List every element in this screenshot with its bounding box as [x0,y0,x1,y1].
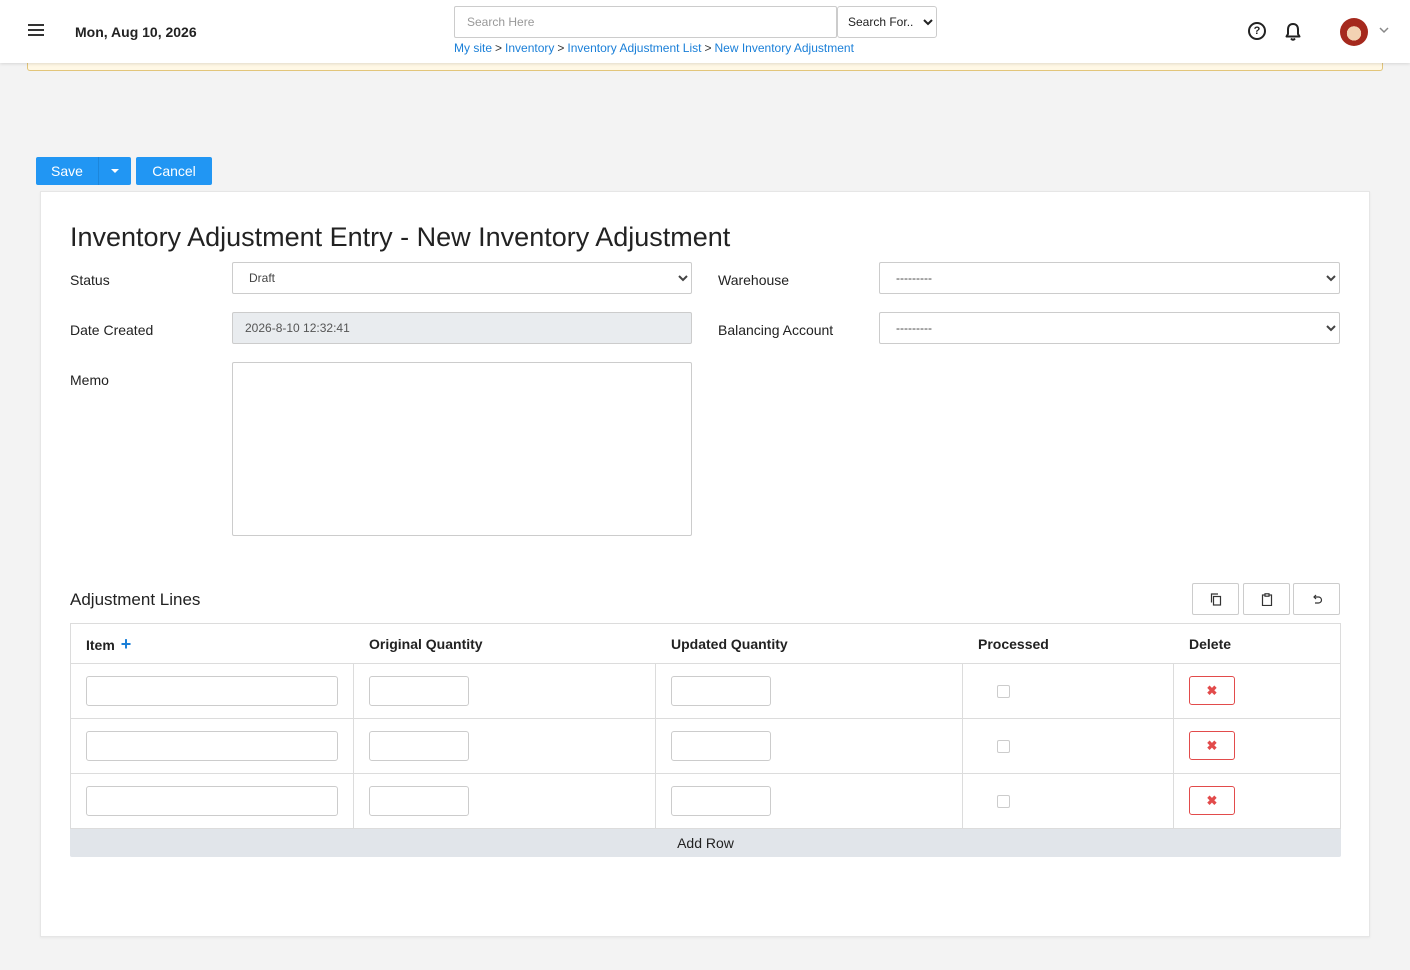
delete-cell: ✖ [1174,719,1340,773]
item-cell [71,664,354,718]
original-quantity-cell [354,664,656,718]
date-created-label: Date Created [70,322,154,338]
table-row: ✖ [70,664,1341,719]
original-quantity-input[interactable] [369,786,469,816]
updated-quantity-input[interactable] [671,731,771,761]
processed-checkbox[interactable] [997,795,1010,808]
question-circle-icon[interactable]: ? [1248,22,1266,40]
delete-row-button[interactable]: ✖ [1189,676,1235,705]
item-cell [71,719,354,773]
item-input[interactable] [86,731,338,761]
delete-row-button[interactable]: ✖ [1189,731,1235,760]
table-row: ✖ [70,774,1341,829]
item-input[interactable] [86,786,338,816]
date-created-field [232,312,692,344]
updated-quantity-cell [656,719,963,773]
status-select[interactable]: Draft [232,262,692,294]
current-date: Mon, Aug 10, 2026 [75,24,197,40]
original-quantity-cell [354,774,656,828]
paste-button[interactable] [1243,583,1290,615]
balancing-account-select[interactable]: --------- [879,312,1340,344]
bell-icon[interactable] [1284,22,1302,42]
item-input[interactable] [86,676,338,706]
column-header-updated-quantity: Updated Quantity [671,636,788,652]
column-header-delete: Delete [1189,636,1232,652]
top-bar: Mon, Aug 10, 2026 Search For... My site>… [0,0,1410,63]
original-quantity-input[interactable] [369,731,469,761]
column-header-item: Item + [71,624,354,663]
adjustment-lines-title: Adjustment Lines [70,590,201,609]
updated-quantity-cell [656,774,963,828]
close-icon: ✖ [1206,792,1218,808]
table-header: Item + Original Quantity Updated Quantity… [70,623,1341,664]
copy-icon [1210,592,1221,606]
copy-button[interactable] [1192,583,1239,615]
warehouse-label: Warehouse [718,272,790,288]
item-cell [71,774,354,828]
original-quantity-input[interactable] [369,676,469,706]
save-options-dropdown-button[interactable] [98,157,131,185]
breadcrumb-separator: > [704,41,712,55]
processed-cell [963,719,1174,773]
clipboard-icon [1261,592,1272,606]
column-header-original-quantity: Original Quantity [369,636,483,652]
processed-cell [963,664,1174,718]
avatar[interactable] [1340,18,1368,46]
original-quantity-cell [354,719,656,773]
breadcrumb-separator: > [557,41,565,55]
delete-cell: ✖ [1174,664,1340,718]
undo-icon [1312,594,1322,604]
updated-quantity-cell [656,664,963,718]
breadcrumb-separator: > [495,41,503,55]
close-icon: ✖ [1206,737,1218,753]
hamburger-icon[interactable] [28,24,44,38]
warehouse-select[interactable]: --------- [879,262,1340,294]
updated-quantity-input[interactable] [671,676,771,706]
add-row-button[interactable]: Add Row [70,829,1341,857]
search-for-select[interactable]: Search For... [837,6,937,38]
page-title: Inventory Adjustment Entry - New Invento… [70,222,731,252]
search-input[interactable] [454,6,837,38]
balancing-account-label: Balancing Account [718,322,834,338]
processed-checkbox[interactable] [997,740,1010,753]
delete-cell: ✖ [1174,774,1340,828]
breadcrumb-inventory-adjustment-list[interactable]: Inventory Adjustment List [567,41,701,55]
column-header-item-label: Item [86,637,115,653]
breadcrumb-my-site[interactable]: My site [454,41,492,55]
processed-cell [963,774,1174,828]
breadcrumb-new-inventory-adjustment[interactable]: New Inventory Adjustment [715,41,854,55]
form-card: Inventory Adjustment Entry - New Invento… [40,191,1370,937]
cancel-button[interactable]: Cancel [136,157,212,185]
breadcrumb: My site > Inventory > Inventory Adjustment L… [454,41,854,55]
close-icon: ✖ [1206,682,1218,698]
memo-label: Memo [70,372,109,388]
delete-row-button[interactable]: ✖ [1189,786,1235,815]
add-item-plus-icon[interactable]: + [121,634,132,654]
memo-textarea[interactable] [232,362,692,536]
column-header-processed: Processed [978,636,1049,652]
status-label: Status [70,272,110,288]
table-row: ✖ [70,719,1341,774]
undo-button[interactable] [1293,583,1340,615]
chevron-down-icon[interactable] [1379,25,1389,35]
processed-checkbox[interactable] [997,685,1010,698]
adjustment-lines-table: Item + Original Quantity Updated Quantity… [70,623,1341,857]
save-button[interactable]: Save [36,157,98,185]
updated-quantity-input[interactable] [671,786,771,816]
breadcrumb-inventory[interactable]: Inventory [505,41,554,55]
